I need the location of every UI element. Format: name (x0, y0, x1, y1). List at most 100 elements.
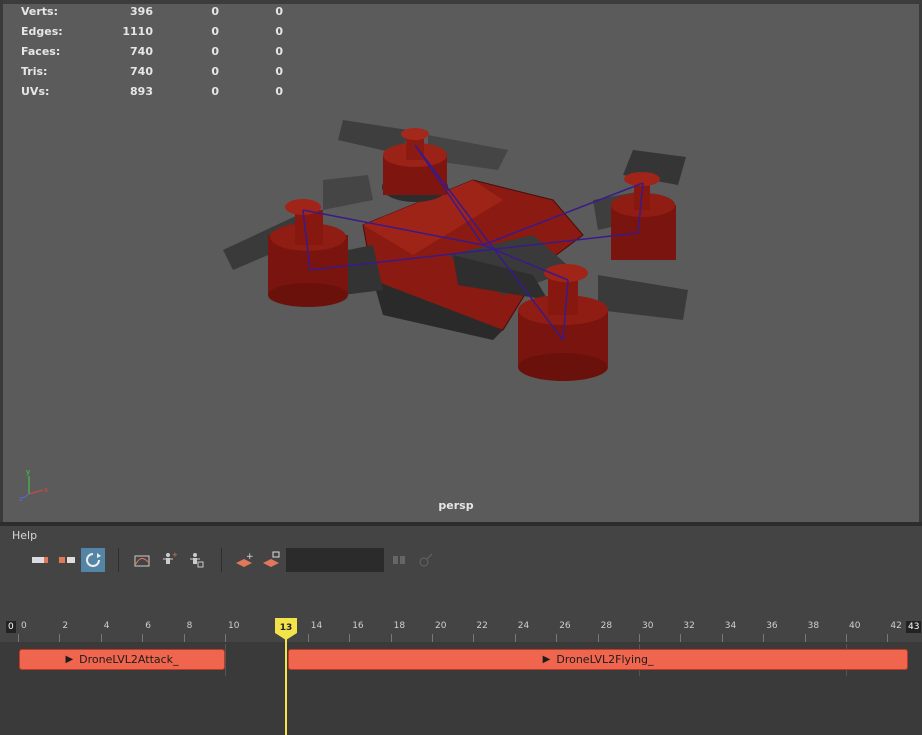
time-editor-toolbar: Help + + (0, 526, 922, 616)
hud-value: 740 (130, 65, 153, 78)
hud-label: UVs: (21, 85, 50, 98)
hud-row-tris: Tris: 740 0 0 (21, 64, 283, 84)
ruler-tick (514, 634, 516, 642)
hud-value: 0 (211, 45, 219, 58)
hud-value: 0 (275, 65, 283, 78)
ruler-tick (763, 634, 765, 642)
ruler-tick-label: 18 (393, 621, 406, 631)
ruler-tick-label: 22 (476, 621, 488, 631)
ruler-tick (473, 634, 475, 642)
ruler-tick (887, 634, 889, 642)
hud-value: 740 (130, 45, 153, 58)
hud-label: Tris: (21, 65, 48, 78)
play-icon: ▶ (65, 654, 74, 665)
character-options-button[interactable] (184, 548, 208, 572)
layer-icon (263, 551, 280, 567)
ruler-tick-label: 16 (352, 621, 364, 631)
character-icon: + (163, 551, 178, 564)
ruler-tick (349, 634, 351, 642)
ruler-tick (432, 634, 433, 642)
timeline-start-label: 0 (6, 621, 16, 633)
toolbar-divider (221, 548, 222, 572)
camera-label: persp (438, 499, 474, 512)
ruler-tick-label: 0 (21, 621, 27, 631)
hud-value: 0 (275, 85, 283, 98)
character-add-button[interactable]: + (157, 548, 181, 572)
timeline-end-label: 43 (906, 621, 922, 633)
ruler-tick (680, 634, 682, 642)
animation-clip[interactable]: ▶ DroneLVL2Flying_ (288, 649, 909, 670)
hud-label: Faces: (21, 45, 61, 58)
ruler-tick-label: 32 (683, 621, 695, 631)
clip-view-button[interactable] (28, 548, 52, 572)
hud-row-faces: Faces: 740 0 0 (21, 44, 283, 64)
ruler-tick (59, 634, 61, 642)
play-icon: ▶ (542, 654, 551, 665)
ruler-tick (390, 634, 392, 642)
clip-track-icon (32, 557, 48, 563)
axis-x-label: x (44, 486, 48, 494)
ruler-tick-label: 24 (517, 621, 530, 631)
mute-button[interactable] (387, 548, 411, 572)
hud-row-uvs: UVs: 893 0 0 (21, 84, 283, 104)
svg-text:+: + (246, 552, 253, 562)
toolbar-divider (118, 548, 119, 572)
character-tool-icon (190, 553, 204, 568)
hud-value: 396 (130, 5, 153, 18)
graph-editor-button[interactable] (130, 548, 154, 572)
current-time-marker[interactable]: 13 (275, 618, 297, 640)
ruler-tick-label: 8 (186, 621, 193, 631)
hud-row-verts: Verts: 396 0 0 (21, 4, 283, 24)
hud-label: Edges: (21, 25, 63, 38)
transition-icon (59, 557, 75, 563)
layer-add-icon: + (236, 552, 253, 567)
ruler-tick-label: 20 (435, 621, 447, 631)
graph-icon (134, 555, 150, 567)
ruler-tick (225, 634, 226, 642)
mute-icon (393, 556, 405, 564)
search-field[interactable] (286, 548, 384, 572)
loop-toggle-button[interactable] (81, 548, 105, 572)
ruler-tick (721, 634, 723, 642)
ruler-tick-label: 40 (849, 621, 861, 631)
ruler-tick (18, 634, 19, 642)
hud-value: 0 (275, 25, 283, 38)
solo-button[interactable] (414, 548, 438, 572)
clip-name: DroneLVL2Flying_ (556, 653, 654, 666)
current-frame-label: 13 (280, 623, 293, 633)
hud-value: 1110 (122, 25, 153, 38)
ruler-tick-label: 42 (890, 621, 902, 631)
viewport[interactable]: Verts: 396 0 0 Edges: 1110 0 0 Faces: 74… (0, 0, 922, 522)
animation-clip[interactable]: ▶ DroneLVL2Attack_ (19, 649, 225, 670)
ruler-tick (307, 634, 309, 642)
ruler-tick-label: 4 (103, 621, 110, 631)
hud-value: 0 (275, 45, 283, 58)
ruler-tick-label: 6 (145, 621, 151, 631)
ruler-tick-label: 10 (228, 621, 240, 631)
ruler-tick (639, 634, 640, 642)
time-editor-track-area[interactable]: 0 43 0 2 4 6 8 10 14 16 18 20 22 24 26 28 30 32 34 36 38 40… (0, 616, 922, 735)
hud-value: 0 (211, 65, 219, 78)
ruler-tick-label: 34 (724, 621, 737, 631)
hud-value: 0 (211, 25, 219, 38)
current-time-line (285, 636, 287, 735)
help-menu[interactable]: Help (12, 529, 37, 542)
time-ruler[interactable]: 0 43 0 2 4 6 8 10 14 16 18 20 22 24 26 28 30 32 34 36 38 40… (0, 616, 922, 642)
ruler-tick-label: 38 (807, 621, 820, 631)
drone-model[interactable] (203, 105, 703, 395)
ruler-tick-label: 36 (766, 621, 778, 631)
transition-button[interactable] (55, 548, 79, 572)
ruler-tick-label: 2 (62, 621, 69, 631)
ruler-tick (846, 634, 847, 642)
ruler-tick-label: 30 (642, 621, 654, 631)
hud-value: 0 (211, 85, 219, 98)
loop-icon (86, 553, 101, 567)
ruler-tick (100, 634, 102, 642)
ruler-tick (556, 634, 558, 642)
axis-y-label: y (26, 468, 30, 476)
layer-options-button[interactable] (259, 548, 283, 572)
clip-name: DroneLVL2Attack_ (79, 653, 179, 666)
add-layer-button[interactable]: + (232, 548, 256, 572)
ruler-tick-label: 14 (310, 621, 323, 631)
ruler-tick-label: 28 (600, 621, 613, 631)
